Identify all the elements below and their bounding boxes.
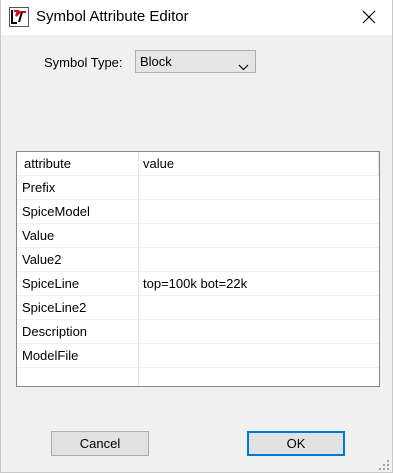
chevron-down-icon: [238, 58, 249, 76]
window-title: Symbol Attribute Editor: [36, 8, 189, 25]
row-attribute: ModelFile: [22, 348, 79, 363]
ok-button[interactable]: OK: [247, 431, 345, 456]
table-row[interactable]: Value: [17, 224, 379, 248]
table-row[interactable]: Value2: [17, 248, 379, 272]
row-attribute: SpiceLine2: [22, 300, 87, 315]
table-row[interactable]: Prefix: [17, 176, 379, 200]
row-attribute: Value2: [22, 252, 62, 267]
symbol-type-dropdown[interactable]: Block: [135, 50, 256, 73]
header-value[interactable]: value: [143, 156, 174, 171]
table-row[interactable]: SpiceModel: [17, 200, 379, 224]
symbol-type-value: Block: [140, 54, 172, 69]
table-header-row: attribute value: [17, 152, 379, 176]
table-row[interactable]: ModelFile: [17, 344, 379, 368]
row-attribute: Value: [22, 228, 55, 243]
attribute-table[interactable]: attribute value Prefix SpiceModel Value …: [16, 151, 380, 387]
row-attribute: Prefix: [22, 180, 56, 195]
row-value[interactable]: top=100k bot=22k: [143, 276, 247, 291]
table-row[interactable]: SpiceLine top=100k bot=22k: [17, 272, 379, 296]
row-attribute: SpiceLine: [22, 276, 80, 291]
table-row[interactable]: Description: [17, 320, 379, 344]
header-divider: [378, 152, 379, 176]
header-attribute[interactable]: attribute: [24, 156, 71, 171]
table-row[interactable]: SpiceLine2: [17, 296, 379, 320]
row-attribute: SpiceModel: [22, 204, 90, 219]
title-bar[interactable]: Symbol Attribute Editor: [1, 0, 392, 35]
close-button[interactable]: [346, 0, 392, 35]
table-row[interactable]: [17, 368, 379, 386]
cancel-button[interactable]: Cancel: [51, 431, 149, 456]
close-icon: [362, 10, 376, 24]
ltspice-app-icon: [9, 7, 29, 27]
symbol-attribute-editor-dialog: Symbol Attribute Editor Symbol Type: Blo…: [0, 0, 393, 473]
resize-grip-icon[interactable]: [378, 458, 390, 470]
row-attribute: Description: [22, 324, 88, 339]
symbol-type-label: Symbol Type:: [44, 55, 123, 70]
